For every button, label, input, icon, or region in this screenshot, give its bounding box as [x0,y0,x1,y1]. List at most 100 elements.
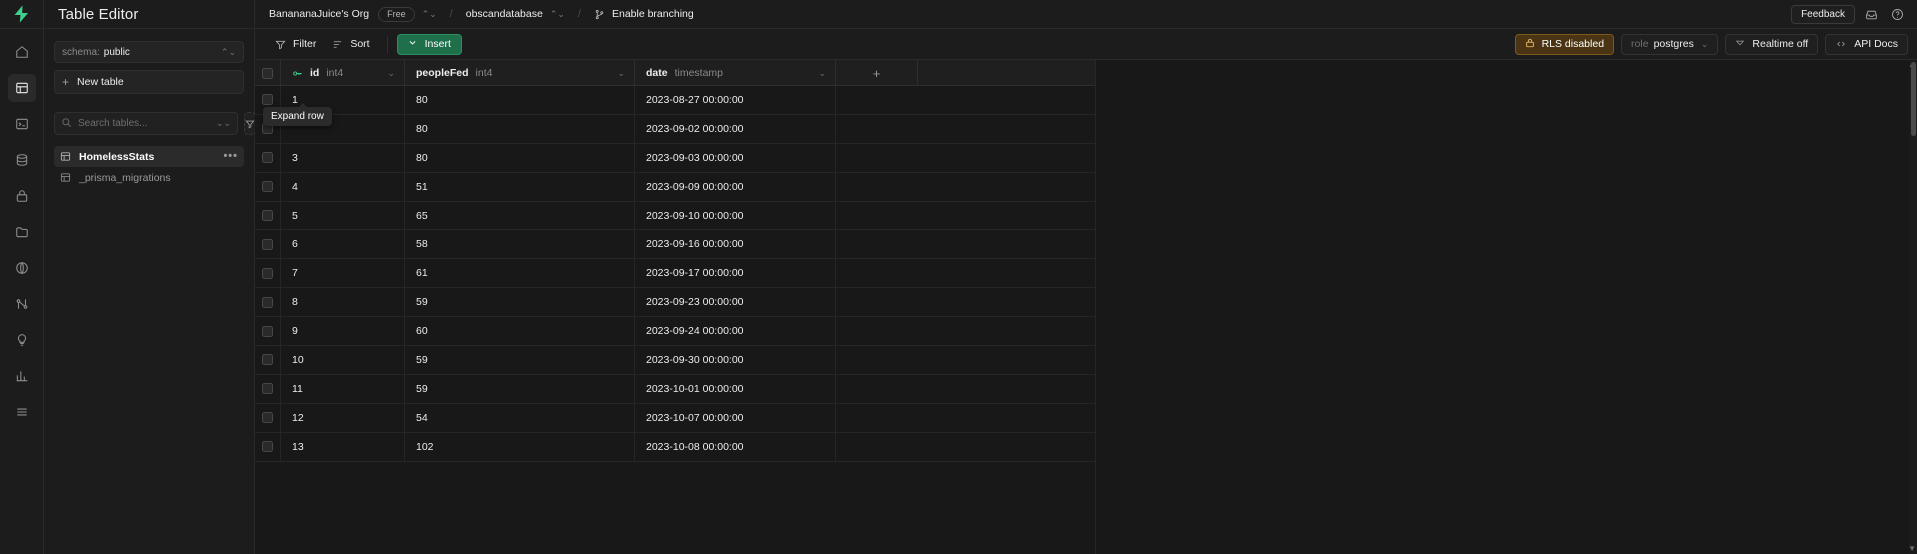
cell-id[interactable]: 13 [281,432,405,461]
table-list-item-prisma-migrations[interactable]: _prisma_migrations [54,167,244,188]
schema-selector[interactable]: schema: public ⌃⌄ [54,41,244,63]
row-select-cell[interactable] [255,346,281,374]
sql-editor-icon[interactable] [8,110,36,138]
cell-id[interactable]: 6 [281,230,405,259]
vertical-scrollbar[interactable]: ▲ ▼ [1908,60,1917,554]
enable-branching-link[interactable]: Enable branching [612,8,694,20]
cell-peoplefed[interactable]: 59 [405,346,635,374]
cell-peoplefed[interactable]: 80 [405,86,635,114]
api-docs-button[interactable]: API Docs [1825,33,1908,55]
chevron-updown-icon[interactable]: ⌃⌄ [422,9,437,20]
add-column-button[interactable]: + [836,60,918,86]
cell-date[interactable]: 2023-09-30 00:00:00 [635,346,836,374]
sort-button[interactable]: Sort [324,34,377,55]
table-row[interactable]: 80 2023-09-02 00:00:00 [255,114,1095,144]
cell-id[interactable]: 8 [281,288,405,317]
cell-id[interactable]: 7 [281,259,405,288]
logs-icon[interactable] [8,398,36,426]
advisors-icon[interactable] [8,326,36,354]
row-checkbox[interactable] [262,441,273,453]
cell-date[interactable]: 2023-10-07 00:00:00 [635,403,836,432]
table-row[interactable]: 5 65 2023-09-10 00:00:00 [255,201,1095,231]
row-select-cell[interactable] [255,317,281,346]
table-row[interactable]: 13 102 2023-10-08 00:00:00 [255,432,1095,462]
table-row[interactable]: 9 60 2023-09-24 00:00:00 [255,317,1095,347]
table-row[interactable]: 1 80 2023-08-27 00:00:00 [255,86,1095,115]
cell-peoplefed[interactable]: 54 [405,403,635,432]
table-row[interactable]: 7 61 2023-09-17 00:00:00 [255,259,1095,289]
help-icon[interactable] [1887,4,1907,24]
chevron-double-down-icon[interactable]: ⌄⌄ [216,118,231,129]
chevron-down-icon[interactable]: ⌄ [387,68,395,79]
realtime-toggle-button[interactable]: Realtime off [1725,33,1819,55]
row-checkbox[interactable] [262,412,273,424]
cell-peoplefed[interactable]: 60 [405,317,635,346]
table-row[interactable]: 11 59 2023-10-01 00:00:00 [255,374,1095,404]
cell-peoplefed[interactable]: 59 [405,288,635,317]
new-table-button[interactable]: + New table [54,70,244,94]
table-row[interactable]: 6 58 2023-09-16 00:00:00 [255,230,1095,260]
row-checkbox[interactable] [262,152,273,164]
cell-date[interactable]: 2023-09-03 00:00:00 [635,143,836,172]
table-row[interactable]: 3 80 2023-09-03 00:00:00 [255,143,1095,173]
cell-id[interactable]: 12 [281,403,405,432]
insert-button[interactable]: Insert [396,33,462,55]
cell-date[interactable]: 2023-10-08 00:00:00 [635,432,836,461]
cell-id[interactable]: 4 [281,172,405,201]
cell-peoplefed[interactable]: 58 [405,230,635,259]
cell-date[interactable]: 2023-09-24 00:00:00 [635,317,836,346]
cell-date[interactable]: 2023-09-10 00:00:00 [635,201,836,230]
row-select-cell[interactable] [255,259,281,288]
table-row[interactable]: 8 59 2023-09-23 00:00:00 [255,288,1095,318]
cell-id[interactable]: 3 [281,143,405,172]
cell-date[interactable]: 2023-09-02 00:00:00 [635,114,836,143]
cell-date[interactable]: 2023-10-01 00:00:00 [635,374,836,403]
cell-date[interactable]: 2023-09-23 00:00:00 [635,288,836,317]
inbox-icon[interactable] [1861,4,1881,24]
chevron-down-icon[interactable]: ⌄ [818,68,826,79]
table-row[interactable]: 10 59 2023-09-30 00:00:00 [255,346,1095,375]
storage-icon[interactable] [8,218,36,246]
table-list-item-homelessstats[interactable]: HomelessStats ••• [54,146,244,167]
cell-peoplefed[interactable]: 61 [405,259,635,288]
scroll-down-arrow-icon[interactable]: ▼ [1908,545,1916,553]
chevron-down-icon[interactable]: ⌄ [617,68,625,79]
row-checkbox[interactable] [262,238,273,250]
cell-date[interactable]: 2023-08-27 00:00:00 [635,86,836,114]
column-header-date[interactable]: date timestamp ⌄ [635,60,836,86]
filter-button[interactable]: Filter [267,34,324,55]
cell-peoplefed[interactable]: 80 [405,143,635,172]
cell-id[interactable]: 5 [281,201,405,230]
edge-functions-icon[interactable] [8,254,36,282]
home-icon[interactable] [8,38,36,66]
row-select-cell[interactable] [255,432,281,461]
row-select-cell[interactable] [255,143,281,172]
select-all-header[interactable] [255,60,281,86]
search-tables-box[interactable]: ⌄⌄ [54,112,239,135]
row-select-cell[interactable] [255,288,281,317]
scrollbar-thumb[interactable] [1911,62,1916,136]
cell-peoplefed[interactable]: 59 [405,374,635,403]
table-options-icon[interactable]: ••• [223,151,238,162]
cell-id[interactable]: 9 [281,317,405,346]
select-all-checkbox[interactable] [262,67,273,79]
database-name[interactable]: obscandatabase [466,8,543,20]
cell-peoplefed[interactable]: 51 [405,172,635,201]
cell-date[interactable]: 2023-09-17 00:00:00 [635,259,836,288]
database-icon[interactable] [8,146,36,174]
cell-date[interactable]: 2023-09-16 00:00:00 [635,230,836,259]
row-checkbox[interactable] [262,296,273,308]
auth-lock-icon[interactable] [8,182,36,210]
row-checkbox[interactable] [262,354,273,366]
cell-peoplefed[interactable]: 102 [405,432,635,461]
row-select-cell[interactable] [255,403,281,432]
cell-id[interactable]: 10 [281,346,405,374]
table-row[interactable]: 4 51 2023-09-09 00:00:00 [255,172,1095,202]
row-select-cell[interactable] [255,201,281,230]
row-select-cell[interactable] [255,230,281,259]
reports-icon[interactable] [8,362,36,390]
chevron-updown-icon[interactable]: ⌃⌄ [550,9,565,20]
column-header-id[interactable]: id int4 ⌄ [281,60,405,86]
row-checkbox[interactable] [262,267,273,279]
row-checkbox[interactable] [262,210,273,221]
